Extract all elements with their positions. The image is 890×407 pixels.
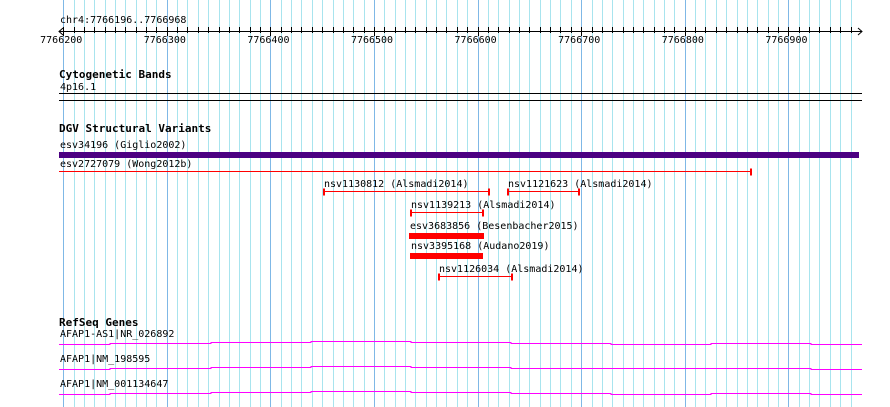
sv-feature-label[interactable]: nsv1126034 (Alsmadi2014): [439, 264, 584, 275]
ruler-tick-label: 7766900: [765, 35, 808, 46]
ruler-tick-label: 7766500: [350, 35, 394, 46]
gene-label[interactable]: AFAP1|NM_198595: [60, 354, 150, 365]
sv-feature-bar: [409, 233, 484, 239]
ruler-tick-label: 7766400: [247, 35, 290, 46]
sv-feature-endcap: [488, 188, 490, 196]
gene-label[interactable]: AFAP1-AS1|NR_026892: [60, 329, 174, 340]
sv-feature-label[interactable]: nsv1139213 (Alsmadi2014): [411, 200, 556, 211]
ruler-tick-label: 7766800: [661, 35, 704, 46]
sv-feature-label[interactable]: nsv3395168 (Audano2019): [411, 241, 549, 252]
sv-feature-bar: [59, 152, 859, 158]
refseq-track-title: RefSeq Genes: [59, 316, 139, 329]
ruler-tick-label: 7766700: [558, 35, 601, 46]
cytoband-label[interactable]: 4p16.1: [60, 82, 96, 93]
cytobands-track-title: Cytogenetic Bands: [59, 68, 172, 81]
gene-model-line: [59, 366, 862, 370]
sv-feature-label[interactable]: esv3683856 (Besenbacher2015): [410, 221, 579, 232]
ruler-tick-label: 7766600: [454, 35, 497, 46]
sv-feature-label[interactable]: nsv1121623 (Alsmadi2014): [508, 179, 653, 190]
sv-feature-label[interactable]: nsv1130812 (Alsmadi2014): [324, 179, 469, 190]
sv-feature-bar: [410, 253, 483, 259]
sv-feature-endcap: [750, 168, 752, 176]
gene-label[interactable]: AFAP1|NM_001134647: [60, 379, 168, 390]
sv-feature-label[interactable]: esv2727079 (Wong2012b): [60, 159, 192, 170]
gene-model-line: [59, 391, 862, 395]
dgv-track-title: DGV Structural Variants: [59, 122, 212, 135]
gene-model-line: [59, 341, 862, 345]
location-label: chr4:7766196..7766968: [60, 15, 187, 26]
sv-feature-label[interactable]: esv34196 (Giglio2002): [60, 140, 186, 151]
ruler-tick-label: 7766300: [143, 35, 186, 46]
ruler-tick-label: 7766200: [40, 35, 83, 46]
